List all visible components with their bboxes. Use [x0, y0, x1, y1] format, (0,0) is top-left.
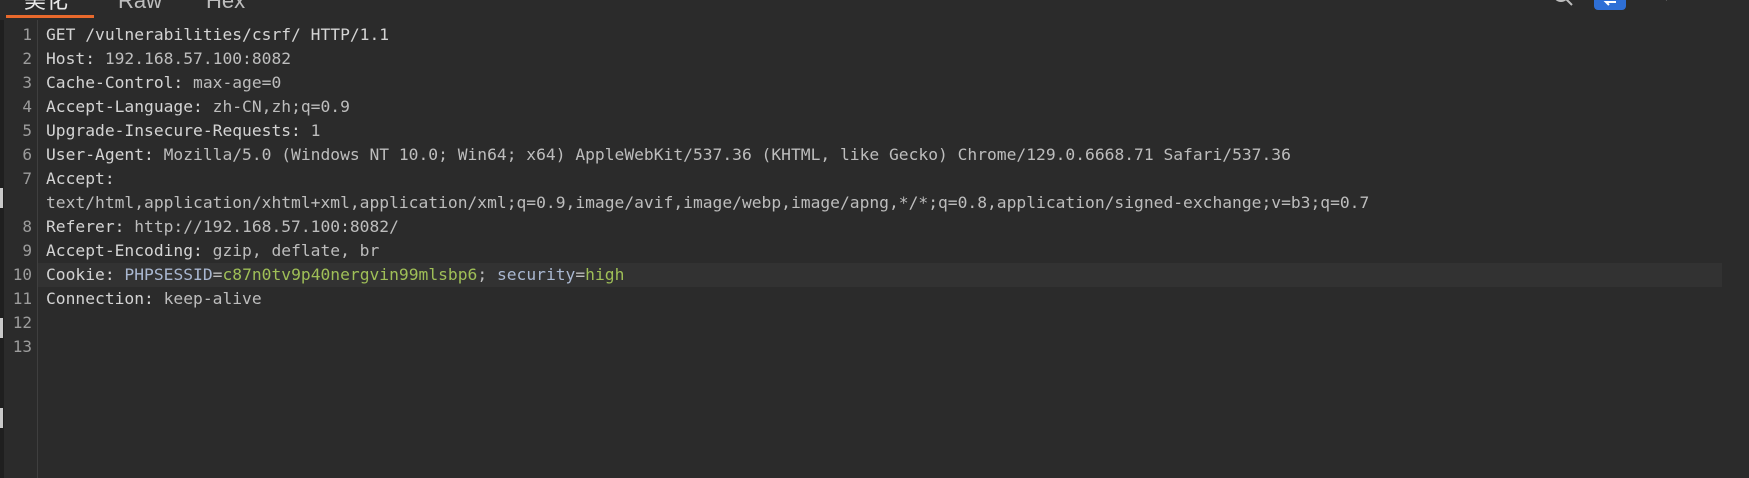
code-line: Upgrade-Insecure-Requests: 1: [46, 119, 320, 143]
code-line-wrapped: text/html,application/xhtml+xml,applicat…: [46, 191, 1369, 215]
code-line: Host: 192.168.57.100:8082: [46, 47, 291, 71]
header-value: zh-CN,zh;q=0.9: [202, 97, 350, 116]
cookie-name: security: [496, 265, 576, 284]
cookie-value: high: [585, 265, 625, 284]
code-line: Accept-Language: zh-CN,zh;q=0.9: [46, 95, 350, 119]
header-name: Accept-Language:: [46, 97, 203, 116]
cookie-name: PHPSESSID: [114, 265, 213, 284]
header-value: Mozilla/5.0 (Windows NT 10.0; Win64; x64…: [153, 145, 1291, 164]
line-number: 6: [22, 145, 32, 164]
line-number: 10: [12, 265, 32, 284]
line-number: 8: [22, 217, 32, 236]
code-line: Accept:: [46, 167, 115, 191]
line-number: 5: [22, 121, 32, 140]
line-number: 7: [22, 169, 32, 188]
header-value: max-age=0: [183, 73, 282, 92]
header-value: 192.168.57.100:8082: [95, 49, 292, 68]
header-name: Host:: [46, 49, 96, 68]
code-line: User-Agent: Mozilla/5.0 (Windows NT 10.0…: [46, 143, 1291, 167]
line-number: 3: [22, 73, 32, 92]
wrap-toggle-icon[interactable]: [1594, 0, 1626, 10]
header-value: 1: [300, 121, 321, 140]
line-number: 1: [22, 25, 32, 44]
line-number: 11: [12, 289, 32, 308]
code-line: Accept-Encoding: gzip, deflate, br: [46, 239, 379, 263]
request-editor-panel: 美化 Raw Hex 1 2 3 4 5 6 7 8 9 10 11 12 13: [0, 0, 1749, 478]
header-name: Accept:: [46, 169, 115, 188]
tab-hex[interactable]: Hex: [206, 0, 245, 16]
cookie-separator: ;: [477, 265, 497, 284]
line-number: 4: [22, 97, 32, 116]
header-value: keep-alive: [153, 289, 262, 308]
tab-bar: 美化 Raw Hex: [0, 0, 1749, 20]
active-tab-underline: [6, 15, 94, 18]
menu-icon[interactable]: [1696, 0, 1718, 15]
header-value: gzip, deflate, br: [202, 241, 380, 260]
line-number: 9: [22, 241, 32, 260]
header-name: User-Agent:: [46, 145, 154, 164]
tab-pretty[interactable]: 美化: [24, 0, 68, 16]
header-name: Upgrade-Insecure-Requests:: [46, 121, 301, 140]
header-name: Cache-Control:: [46, 73, 184, 92]
header-value: text/html,application/xhtml+xml,applicat…: [46, 193, 1370, 212]
search-icon[interactable]: [1552, 0, 1574, 15]
code-line: Connection: keep-alive: [46, 287, 262, 311]
line-number: 2: [22, 49, 32, 68]
line-number: 13: [12, 337, 32, 356]
code-line-cookie: Cookie: PHPSESSID=c87n0tv9p40nergvin99ml…: [46, 263, 624, 287]
cookie-value: c87n0tv9p40nergvin99mlsbp6: [222, 265, 478, 284]
code-editor[interactable]: 1 2 3 4 5 6 7 8 9 10 11 12 13 GET /vulne…: [0, 20, 1749, 478]
header-name: Connection:: [46, 289, 154, 308]
cookie-equals: =: [212, 265, 223, 284]
cookie-equals: =: [575, 265, 586, 284]
line-number: 12: [12, 313, 32, 332]
header-value: http://192.168.57.100:8082/: [124, 217, 399, 236]
newline-icon[interactable]: [1650, 0, 1670, 15]
header-name: Referer:: [46, 217, 125, 236]
request-line: GET /vulnerabilities/csrf/ HTTP/1.1: [46, 25, 390, 44]
code-line: GET /vulnerabilities/csrf/ HTTP/1.1: [46, 23, 389, 47]
header-name: Accept-Encoding:: [46, 241, 203, 260]
code-line: Cache-Control: max-age=0: [46, 71, 281, 95]
code-line: Referer: http://192.168.57.100:8082/: [46, 215, 399, 239]
tab-raw[interactable]: Raw: [118, 0, 162, 16]
header-name: Cookie:: [46, 265, 115, 284]
